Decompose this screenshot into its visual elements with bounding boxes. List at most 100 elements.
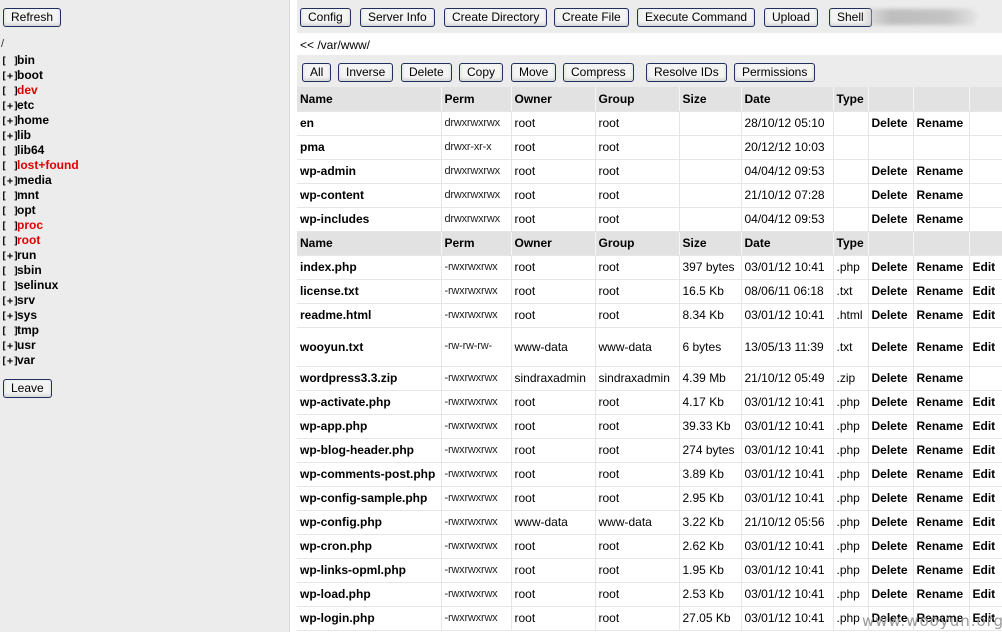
tree-item-label[interactable]: lib <box>17 128 31 142</box>
cell-owner[interactable]: root <box>511 390 596 415</box>
tree-item-srv[interactable]: [+]srv <box>1 293 79 308</box>
tree-item-proc[interactable]: [ ]proc <box>1 218 79 233</box>
tree-item-selinux[interactable]: [ ]selinux <box>1 278 79 293</box>
cell-perm[interactable]: -rwxrwxrwx <box>441 582 512 607</box>
delete-link[interactable]: Delete <box>868 414 914 439</box>
directory-row[interactable]: en drwxrwxrwx root root 28/10/12 05:10 Delete… <box>297 111 1002 136</box>
file-row[interactable]: wp-app.php -rwxrwxrwx root root 39.33 Kb 03/0… <box>297 414 1002 439</box>
directory-row[interactable]: pma drwxr-xr-x root root 20/12/12 10:03 <box>297 135 1002 160</box>
cell-perm[interactable]: -rwxrwxrwx <box>441 390 512 415</box>
rename-link[interactable]: Rename <box>913 255 970 280</box>
rename-link[interactable]: Rename <box>913 486 970 511</box>
cell-owner[interactable]: root <box>511 438 596 463</box>
permissions-button[interactable]: Permissions <box>734 63 816 82</box>
cell-perm[interactable]: -rwxrwxrwx <box>441 255 512 280</box>
tree-item-run[interactable]: [+]run <box>1 248 79 263</box>
rename-link[interactable]: Rename <box>913 327 970 367</box>
edit-link[interactable]: Edit <box>969 582 1002 607</box>
delete-link[interactable]: Delete <box>868 255 914 280</box>
cell-name[interactable]: wp-admin <box>297 159 442 184</box>
current-path[interactable]: << /var/www/ <box>300 38 370 52</box>
directory-row[interactable]: wp-content drwxrwxrwx root root 21/10/12 07:… <box>297 183 1002 208</box>
file-row[interactable]: wooyun.txt -rw-rw-rw-www-data www-data 6 by… <box>297 327 1002 367</box>
delete-selected-button[interactable]: Delete <box>401 63 452 82</box>
config-button[interactable]: Config <box>300 8 351 27</box>
delete-link[interactable]: Delete <box>868 279 914 304</box>
cell-name[interactable]: wordpress3.3.zip <box>297 366 442 391</box>
tree-item-label[interactable]: etc <box>17 98 34 112</box>
cell-name[interactable]: wp-comments-post.php <box>297 462 442 487</box>
delete-link[interactable]: Delete <box>868 582 914 607</box>
tree-item-dev[interactable]: [ ]dev <box>1 83 79 98</box>
rename-link[interactable]: Rename <box>913 303 970 328</box>
rename-link[interactable]: Rename <box>913 207 970 232</box>
cell-name[interactable]: wp-login.php <box>297 606 442 631</box>
file-row[interactable]: wp-comments-post.php -rwxrwxrwx root root 3.… <box>297 462 1002 487</box>
cell-name[interactable]: wp-links-opml.php <box>297 558 442 583</box>
edit-link[interactable]: Edit <box>969 327 1002 367</box>
edit-link[interactable]: Edit <box>969 390 1002 415</box>
column-header-perm[interactable]: Perm <box>441 231 512 256</box>
expand-toggle[interactable]: [+] <box>1 114 19 129</box>
expand-toggle[interactable]: [+] <box>1 174 19 189</box>
expand-toggle[interactable]: [+] <box>1 69 19 84</box>
delete-link[interactable]: Delete <box>868 510 914 535</box>
expand-toggle[interactable]: [+] <box>1 309 19 324</box>
column-header-owner[interactable]: Owner <box>511 87 596 112</box>
cell-name[interactable]: en <box>297 111 442 136</box>
cell-owner[interactable]: sindraxadmin <box>511 366 596 391</box>
column-header-type[interactable]: Type <box>833 87 869 112</box>
delete-link[interactable]: Delete <box>868 159 914 184</box>
file-row[interactable]: wp-load.php -rwxrwxrwx root root 2.53 Kb 03/0… <box>297 582 1002 607</box>
tree-item-lib[interactable]: [+]lib <box>1 128 79 143</box>
cell-perm[interactable]: drwxrwxrwx <box>441 183 512 208</box>
delete-link[interactable]: Delete <box>868 366 914 391</box>
column-header-type[interactable]: Type <box>833 231 869 256</box>
cell-owner[interactable]: root <box>511 207 596 232</box>
cell-perm[interactable]: -rwxrwxrwx <box>441 534 512 559</box>
edit-link[interactable]: Edit <box>969 279 1002 304</box>
edit-link[interactable]: Edit <box>969 558 1002 583</box>
rename-link[interactable]: Rename <box>913 183 970 208</box>
column-header-name[interactable]: Name <box>297 231 442 256</box>
tree-item-label[interactable]: usr <box>17 338 36 352</box>
edit-link[interactable]: Edit <box>969 462 1002 487</box>
cell-owner[interactable]: root <box>511 462 596 487</box>
tree-item-usr[interactable]: [+]usr <box>1 338 79 353</box>
expand-toggle[interactable]: [+] <box>1 354 19 369</box>
cell-owner[interactable]: root <box>511 582 596 607</box>
cell-owner[interactable]: root <box>511 159 596 184</box>
tree-item-label[interactable]: lib64 <box>17 143 44 157</box>
cell-name[interactable]: wp-cron.php <box>297 534 442 559</box>
cell-name[interactable]: index.php <box>297 255 442 280</box>
tree-item-label[interactable]: mnt <box>17 188 39 202</box>
tree-item-root[interactable]: [ ]root <box>1 233 79 248</box>
cell-name[interactable]: wooyun.txt <box>297 327 442 367</box>
cell-perm[interactable]: -rwxrwxrwx <box>441 438 512 463</box>
cell-name[interactable]: wp-blog-header.php <box>297 438 442 463</box>
move-selected-button[interactable]: Move <box>511 63 557 82</box>
column-header-size[interactable]: Size <box>679 231 742 256</box>
cell-owner[interactable]: www-data <box>511 327 596 367</box>
tree-item-label[interactable]: bin <box>17 53 35 67</box>
rename-link[interactable]: Rename <box>913 510 970 535</box>
cell-owner[interactable]: root <box>511 534 596 559</box>
column-header-name[interactable]: Name <box>297 87 442 112</box>
cell-perm[interactable]: -rwxrwxrwx <box>441 303 512 328</box>
delete-link[interactable]: Delete <box>868 111 914 136</box>
column-header-size[interactable]: Size <box>679 87 742 112</box>
tree-item-label[interactable]: selinux <box>17 278 58 292</box>
edit-link[interactable]: Edit <box>969 438 1002 463</box>
delete-link[interactable]: Delete <box>868 534 914 559</box>
cell-name[interactable]: wp-config-sample.php <box>297 486 442 511</box>
rename-link[interactable]: Rename <box>913 558 970 583</box>
tree-item-label[interactable]: root <box>17 233 40 247</box>
cell-perm[interactable]: drwxrwxrwx <box>441 111 512 136</box>
file-row[interactable]: wp-activate.php -rwxrwxrwx root root 4.17 Kb… <box>297 390 1002 415</box>
file-row[interactable]: wp-blog-header.php -rwxrwxrwx root root 274 … <box>297 438 1002 463</box>
cell-owner[interactable]: root <box>511 414 596 439</box>
select-all-button[interactable]: All <box>302 63 332 82</box>
resolve-ids-button[interactable]: Resolve IDs <box>646 63 727 82</box>
expand-toggle[interactable]: [+] <box>1 99 19 114</box>
edit-link[interactable]: Edit <box>969 534 1002 559</box>
